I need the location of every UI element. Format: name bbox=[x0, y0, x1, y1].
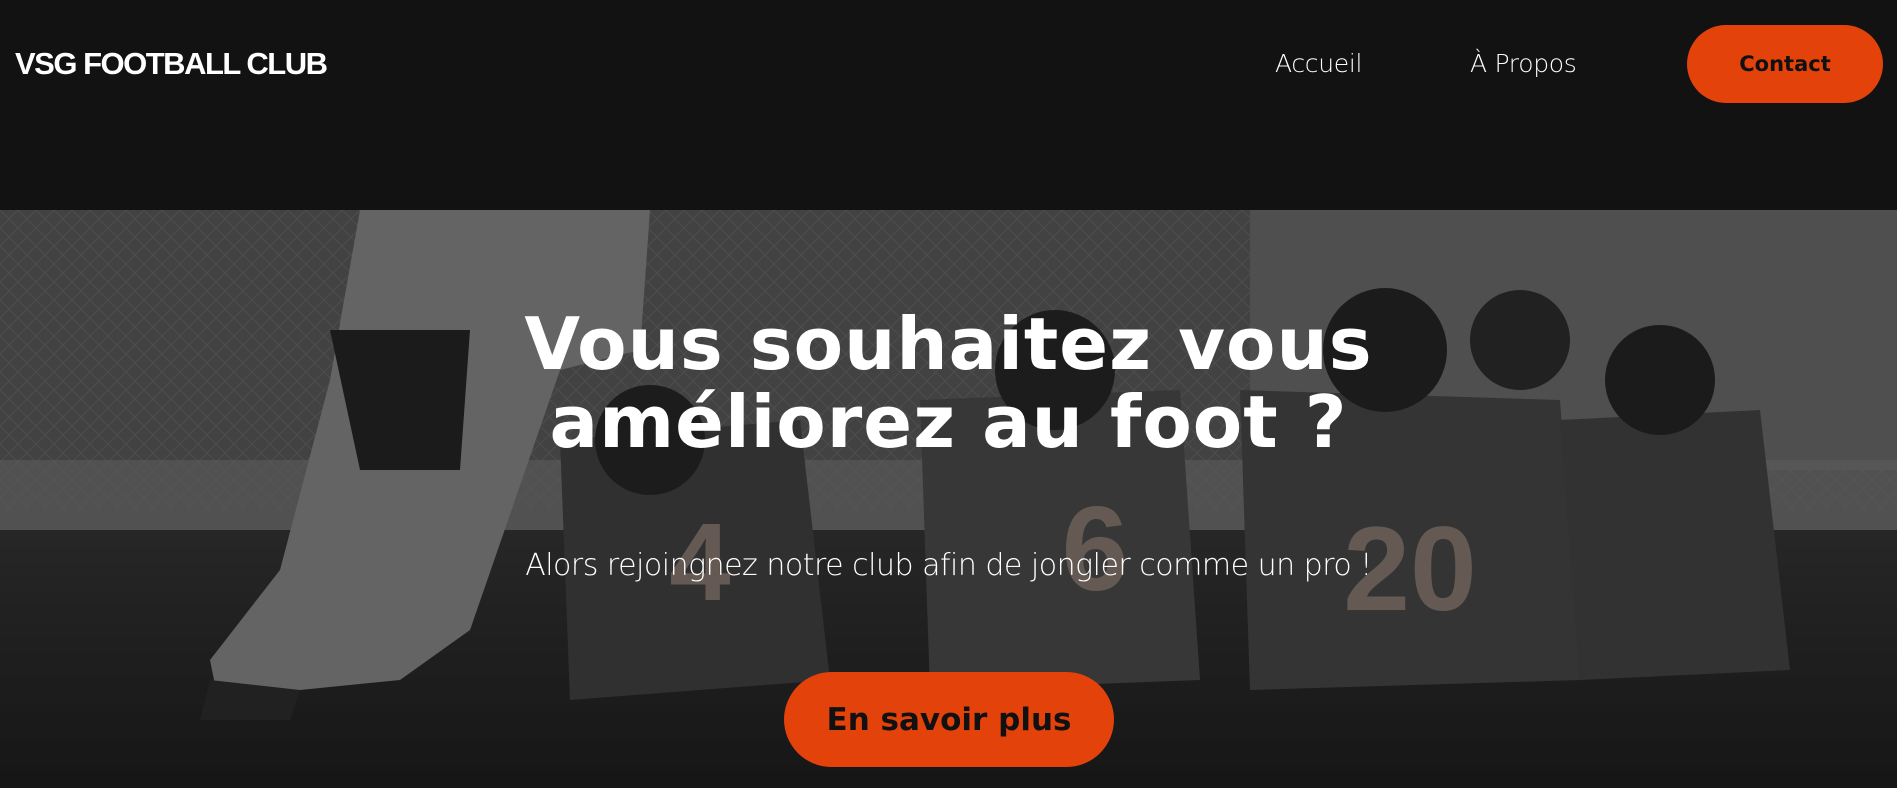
nav-link-about[interactable]: À Propos bbox=[1470, 48, 1577, 80]
contact-button[interactable]: Contact bbox=[1687, 25, 1883, 103]
hero-title-line-2: améliorez au foot ? bbox=[549, 380, 1348, 464]
hero-subtitle: Alors rejoingnez notre club afin de jong… bbox=[525, 548, 1372, 583]
site-header: VSG FOOTBALL CLUB Accueil À Propos Conta… bbox=[0, 0, 1897, 210]
hero-title-line-1: Vous souhaitez vous bbox=[524, 302, 1373, 386]
hero-section: 4 6 20 Vous souhaitez vous améliorez au … bbox=[0, 210, 1897, 788]
learn-more-button[interactable]: En savoir plus bbox=[784, 672, 1114, 767]
site-logo[interactable]: VSG FOOTBALL CLUB bbox=[15, 44, 328, 84]
hero-title: Vous souhaitez vous améliorez au foot ? bbox=[400, 305, 1497, 461]
nav-link-home[interactable]: Accueil bbox=[1275, 48, 1362, 80]
